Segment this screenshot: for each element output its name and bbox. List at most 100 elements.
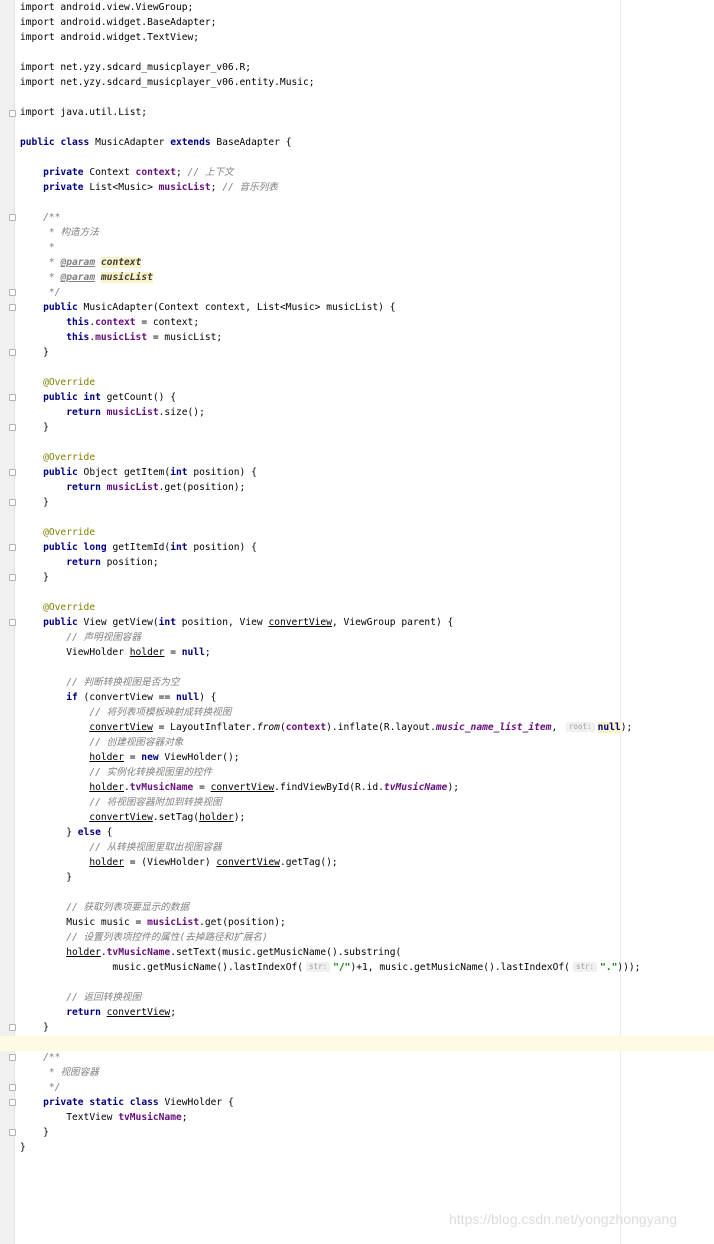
fold-marker-icon[interactable] <box>9 544 16 551</box>
code-line[interactable]: // 返回转换视图 <box>20 990 141 1005</box>
keyword: this <box>66 332 90 343</box>
code-line[interactable]: music.getMusicName().lastIndexOf(str: "/"… <box>20 960 640 975</box>
code-line[interactable]: // 实例化转换视图里的控件 <box>20 765 212 780</box>
fold-marker-icon[interactable] <box>9 394 16 401</box>
code-line[interactable]: // 声明视图容器 <box>20 630 141 645</box>
code-line[interactable]: @Override <box>20 375 95 390</box>
code-comment: // 设置列表项控件的属性(去掉路径和扩展名) <box>66 932 268 943</box>
code-line[interactable]: @Override <box>20 450 95 465</box>
parameter-name: position <box>181 617 228 628</box>
code-line[interactable]: // 设置列表项控件的属性(去掉路径和扩展名) <box>20 930 268 945</box>
fold-marker-icon[interactable] <box>9 469 16 476</box>
code-line[interactable]: // 获取列表项要显示的数据 <box>20 900 189 915</box>
code-line[interactable]: this.musicList = musicList; <box>20 330 222 345</box>
javadoc-comment: */ <box>48 287 61 298</box>
code-line[interactable]: holder = (ViewHolder) convertView.getTag… <box>20 855 337 870</box>
code-line[interactable]: * @param musicList <box>20 270 153 285</box>
parameter-name: context <box>152 317 194 328</box>
code-line[interactable]: public Object getItem(int position) { <box>20 465 257 480</box>
code-line[interactable]: @Override <box>20 600 95 615</box>
watermark: https://blog.csdn.net/yongzhongyang <box>449 1211 678 1227</box>
code-line[interactable]: public long getItemId(int position) { <box>20 540 257 555</box>
fold-marker-icon[interactable] <box>9 289 16 296</box>
code-line[interactable]: } <box>20 345 49 360</box>
code-line[interactable]: import android.widget.BaseAdapter; <box>20 15 216 30</box>
code-line[interactable]: import android.widget.TextView; <box>20 30 199 45</box>
code-line[interactable]: import java.util.List; <box>20 105 147 120</box>
keyword: return <box>66 407 101 418</box>
fold-marker-icon[interactable] <box>9 214 16 221</box>
code-line[interactable]: public MusicAdapter(Context context, Lis… <box>20 300 395 315</box>
code-line[interactable]: import android.view.ViewGroup; <box>20 0 193 15</box>
code-line[interactable]: this.context = context; <box>20 315 199 330</box>
code-line[interactable]: @Override <box>20 525 95 540</box>
fold-marker-icon[interactable] <box>9 349 16 356</box>
code-line[interactable]: return musicList.get(position); <box>20 480 245 495</box>
code-line[interactable]: // 创建视图容器对象 <box>20 735 183 750</box>
method-name: getCount <box>106 392 153 403</box>
code-line[interactable]: ViewHolder holder = null; <box>20 645 210 660</box>
code-line[interactable]: holder = new ViewHolder(); <box>20 750 239 765</box>
fold-marker-icon[interactable] <box>9 304 16 311</box>
code-line[interactable]: } <box>20 420 49 435</box>
code-comment: // 获取列表项要显示的数据 <box>66 902 190 913</box>
import-statement: import net.yzy.sdcard_musicplayer_v06.R; <box>20 62 252 73</box>
code-line[interactable]: * @param context <box>20 255 142 270</box>
fold-marker-icon[interactable] <box>9 1129 16 1136</box>
code-line[interactable]: return musicList.size(); <box>20 405 205 420</box>
code-line[interactable]: holder.tvMusicName = convertView.findVie… <box>20 780 459 795</box>
code-line[interactable]: convertView.setTag(holder); <box>20 810 245 825</box>
code-line[interactable]: private Context context; // 上下文 <box>20 165 234 180</box>
code-line[interactable]: */ <box>20 285 61 300</box>
code-line[interactable]: private List<Music> musicList; // 音乐列表 <box>20 180 278 195</box>
code-line[interactable]: public int getCount() { <box>20 390 176 405</box>
code-line[interactable]: public class MusicAdapter extends BaseAd… <box>20 135 292 150</box>
javadoc-comment: * 视图容器 <box>48 1067 99 1078</box>
fold-marker-icon[interactable] <box>9 1099 16 1106</box>
code-line[interactable]: /** <box>20 210 60 225</box>
fold-marker-icon[interactable] <box>9 619 16 626</box>
code-line[interactable]: /** <box>20 1050 60 1065</box>
code-line[interactable]: * 构造方法 <box>20 225 99 240</box>
code-line[interactable]: Music music = musicList.get(position); <box>20 915 286 930</box>
fold-marker-icon[interactable] <box>9 424 16 431</box>
code-line[interactable]: import net.yzy.sdcard_musicplayer_v06.R; <box>20 60 251 75</box>
fold-marker-icon[interactable] <box>9 1054 16 1061</box>
code-line[interactable]: * 视图容器 <box>20 1065 99 1080</box>
code-line[interactable]: private static class ViewHolder { <box>20 1095 234 1110</box>
code-line[interactable]: import net.yzy.sdcard_musicplayer_v06.en… <box>20 75 315 90</box>
field-name: context <box>135 167 176 178</box>
code-line[interactable]: public View getView(int position, View c… <box>20 615 453 630</box>
code-line[interactable]: // 判断转换视图是否为空 <box>20 675 179 690</box>
code-line[interactable]: } <box>20 495 49 510</box>
fold-marker-icon[interactable] <box>9 574 16 581</box>
field-name: musicList <box>106 482 159 493</box>
resource-id-name: tvMusicName <box>383 782 448 793</box>
fold-marker-icon[interactable] <box>9 110 16 117</box>
code-line[interactable]: } <box>20 1020 49 1035</box>
code-line[interactable]: * <box>20 240 55 255</box>
code-line[interactable]: // 将列表项模板映射成转换视图 <box>20 705 231 720</box>
code-line[interactable]: TextView tvMusicName; <box>20 1110 187 1125</box>
parameter-name: convertView <box>89 692 153 703</box>
fold-marker-icon[interactable] <box>9 1024 16 1031</box>
fold-marker-icon[interactable] <box>9 499 16 506</box>
code-line[interactable]: holder.tvMusicName.setText(music.getMusi… <box>20 945 401 960</box>
current-line-highlight <box>0 1036 714 1051</box>
fold-marker-icon[interactable] <box>9 1084 16 1091</box>
code-line[interactable]: } else { <box>20 825 112 840</box>
code-line[interactable]: */ <box>20 1080 61 1095</box>
code-line[interactable]: convertView = LayoutInflater.from(contex… <box>20 720 632 735</box>
code-line[interactable]: } <box>20 570 49 585</box>
variable-name: holder <box>199 812 234 823</box>
code-line[interactable]: } <box>20 1125 49 1140</box>
code-line[interactable]: // 将视图容器附加到转换视图 <box>20 795 221 810</box>
parameter-name: position <box>193 542 240 553</box>
code-line[interactable]: return position; <box>20 555 158 570</box>
code-line[interactable]: return convertView; <box>20 1005 176 1020</box>
keyword: null <box>176 692 200 703</box>
code-line[interactable]: } <box>20 870 72 885</box>
code-line[interactable]: } <box>20 1140 26 1155</box>
code-line[interactable]: if (convertView == null) { <box>20 690 216 705</box>
code-line[interactable]: // 从转换视图里取出视图容器 <box>20 840 221 855</box>
